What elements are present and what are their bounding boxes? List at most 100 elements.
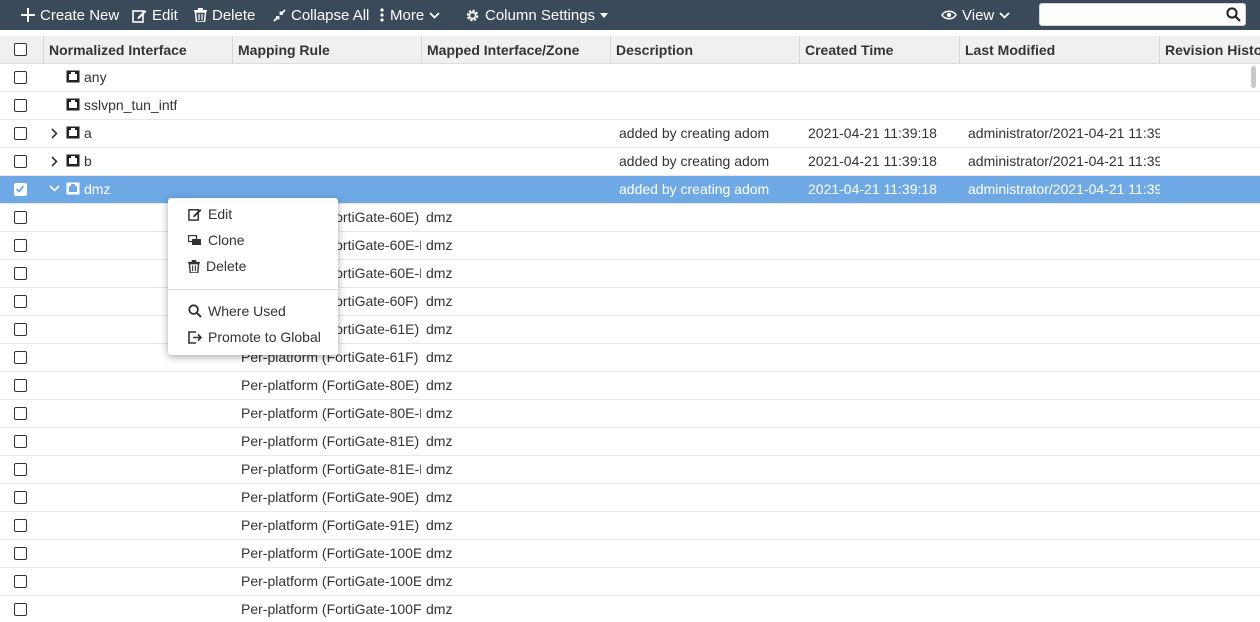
row-checkbox[interactable] <box>14 491 27 504</box>
chevron-down-icon[interactable] <box>49 185 60 192</box>
row-checkbox[interactable] <box>14 547 27 560</box>
trash-icon <box>188 259 200 273</box>
mapped-zone-cell: dmz <box>426 461 453 477</box>
context-menu-clone[interactable]: Clone <box>168 228 338 252</box>
last-modified-cell: administrator/2021-04-21 11:39:18 <box>968 153 1160 169</box>
context-menu-where-used[interactable]: Where Used <box>168 299 338 323</box>
description-cell: added by creating adom <box>619 153 770 169</box>
gear-icon <box>466 9 479 21</box>
context-menu-delete-label: Delete <box>206 258 247 274</box>
row-checkbox[interactable] <box>14 575 27 588</box>
delete-button[interactable]: Delete <box>194 0 255 30</box>
mapped-zone-cell: dmz <box>426 517 453 533</box>
table-header: Normalized Interface Mapping Rule Mapped… <box>0 36 1260 64</box>
row-checkbox[interactable] <box>14 239 27 252</box>
delete-label: Delete <box>212 6 256 24</box>
context-menu-delete[interactable]: Delete <box>168 254 338 278</box>
row-checkbox[interactable] <box>14 323 27 336</box>
mapping-row[interactable]: Per-platform (FortiGate-100EF) dmz <box>0 568 1260 596</box>
collapse-all-button[interactable]: Collapse All <box>273 0 369 30</box>
row-checkbox[interactable] <box>14 379 27 392</box>
column-settings-button[interactable]: Column Settings <box>465 0 609 30</box>
row-checkbox[interactable] <box>14 519 27 532</box>
view-button[interactable]: View <box>941 0 1010 30</box>
search-input[interactable] <box>1039 3 1246 26</box>
clone-icon <box>188 234 201 245</box>
vertical-scrollbar[interactable] <box>1251 66 1256 88</box>
mapped-zone-cell: dmz <box>426 209 453 225</box>
view-label: View <box>962 6 995 24</box>
row-checkbox[interactable] <box>14 267 27 280</box>
row-checkbox[interactable] <box>14 463 27 476</box>
mapped-zone-cell: dmz <box>426 545 453 561</box>
last-modified-cell: administrator/2021-04-21 11:39:18 <box>968 181 1160 197</box>
edit-icon <box>132 9 147 23</box>
create-new-button[interactable]: Create New <box>21 0 119 30</box>
row-checkbox[interactable] <box>14 435 27 448</box>
mapped-zone-cell: dmz <box>426 377 453 393</box>
chevron-down-icon <box>429 11 440 19</box>
interface-name: b <box>84 153 92 169</box>
mapping-row[interactable]: Per-platform (FortiGate-81E) dmz <box>0 428 1260 456</box>
mapped-zone-cell: dmz <box>426 433 453 449</box>
search-icon[interactable] <box>1226 7 1241 22</box>
edit-icon <box>188 208 202 221</box>
column-header-mapping-rule[interactable]: Mapping Rule <box>232 36 422 64</box>
select-all-checkbox[interactable] <box>14 43 27 56</box>
more-menu-button[interactable]: More <box>379 0 440 30</box>
chevron-right-icon[interactable] <box>51 128 58 139</box>
table-row[interactable]: b added by creating adom 2021-04-21 11:3… <box>0 148 1260 176</box>
mapping-rule-cell: Per-platform (FortiGate-100F) <box>241 601 421 617</box>
interface-name: a <box>84 125 92 141</box>
row-checkbox[interactable] <box>14 155 27 168</box>
search-icon <box>188 304 202 318</box>
mapping-row[interactable]: Per-platform (FortiGate-80E) dmz <box>0 372 1260 400</box>
mapped-zone-cell: dmz <box>426 405 453 421</box>
mapping-row[interactable]: Per-platform (FortiGate-81E-POE) dmz <box>0 456 1260 484</box>
column-header-mapped-interface[interactable]: Mapped Interface/Zone <box>421 36 611 64</box>
context-menu-edit[interactable]: Edit <box>168 202 338 226</box>
interface-name: any <box>84 69 107 85</box>
mapping-rule-cell: Per-platform (FortiGate-80E-POE) <box>241 405 421 421</box>
context-menu-edit-label: Edit <box>208 206 233 222</box>
column-header-normalized-interface[interactable]: Normalized Interface <box>43 36 233 64</box>
mapped-zone-cell: dmz <box>426 601 453 617</box>
row-checkbox[interactable] <box>14 603 27 616</box>
mapping-rule-cell: Per-platform (FortiGate-90E) <box>241 489 420 505</box>
table-row[interactable]: sslvpn_tun_intf <box>0 92 1260 120</box>
row-checkbox[interactable] <box>14 127 27 140</box>
column-header-created-time[interactable]: Created Time <box>799 36 960 64</box>
column-header-revision-history[interactable]: Revision History <box>1159 36 1260 64</box>
row-checkbox[interactable] <box>14 295 27 308</box>
trash-icon <box>194 8 207 22</box>
interface-icon <box>66 154 80 167</box>
row-checkbox[interactable] <box>14 99 27 112</box>
mapping-row[interactable]: Per-platform (FortiGate-100E) dmz <box>0 540 1260 568</box>
interface-icon <box>66 182 80 195</box>
mapping-rule-cell: Per-platform (FortiGate-80E) <box>241 377 420 393</box>
mapping-row[interactable]: Per-platform (FortiGate-80E-POE) dmz <box>0 400 1260 428</box>
row-checkbox[interactable] <box>14 351 27 364</box>
mapped-zone-cell: dmz <box>426 237 453 253</box>
toolbar: Create New Edit Delete Collapse All More… <box>0 0 1260 30</box>
mapping-row[interactable]: Per-platform (FortiGate-90E) dmz <box>0 484 1260 512</box>
context-menu-promote-global[interactable]: Promote to Global <box>168 325 338 349</box>
row-checkbox[interactable] <box>14 407 27 420</box>
column-settings-label: Column Settings <box>485 6 596 24</box>
mapped-zone-cell: dmz <box>426 265 453 281</box>
mapping-rule-cell: Per-platform (FortiGate-91E) <box>241 517 420 533</box>
row-checkbox[interactable] <box>14 211 27 224</box>
edit-button[interactable]: Edit <box>132 0 178 30</box>
context-menu-where-used-label: Where Used <box>208 303 286 319</box>
chevron-right-icon[interactable] <box>51 156 58 167</box>
mapped-zone-cell: dmz <box>426 573 453 589</box>
column-header-description[interactable]: Description <box>610 36 800 64</box>
table-row[interactable]: any <box>0 64 1260 92</box>
mapping-row[interactable]: Per-platform (FortiGate-91E) dmz <box>0 512 1260 540</box>
column-header-last-modified[interactable]: Last Modified <box>959 36 1160 64</box>
mapping-row[interactable]: Per-platform (FortiGate-100F) dmz <box>0 596 1260 622</box>
row-checkbox-checked[interactable] <box>14 183 27 196</box>
table-row[interactable]: a added by creating adom 2021-04-21 11:3… <box>0 120 1260 148</box>
mapping-rule-cell: Per-platform (FortiGate-100EF) <box>241 573 421 589</box>
row-checkbox[interactable] <box>14 71 27 84</box>
